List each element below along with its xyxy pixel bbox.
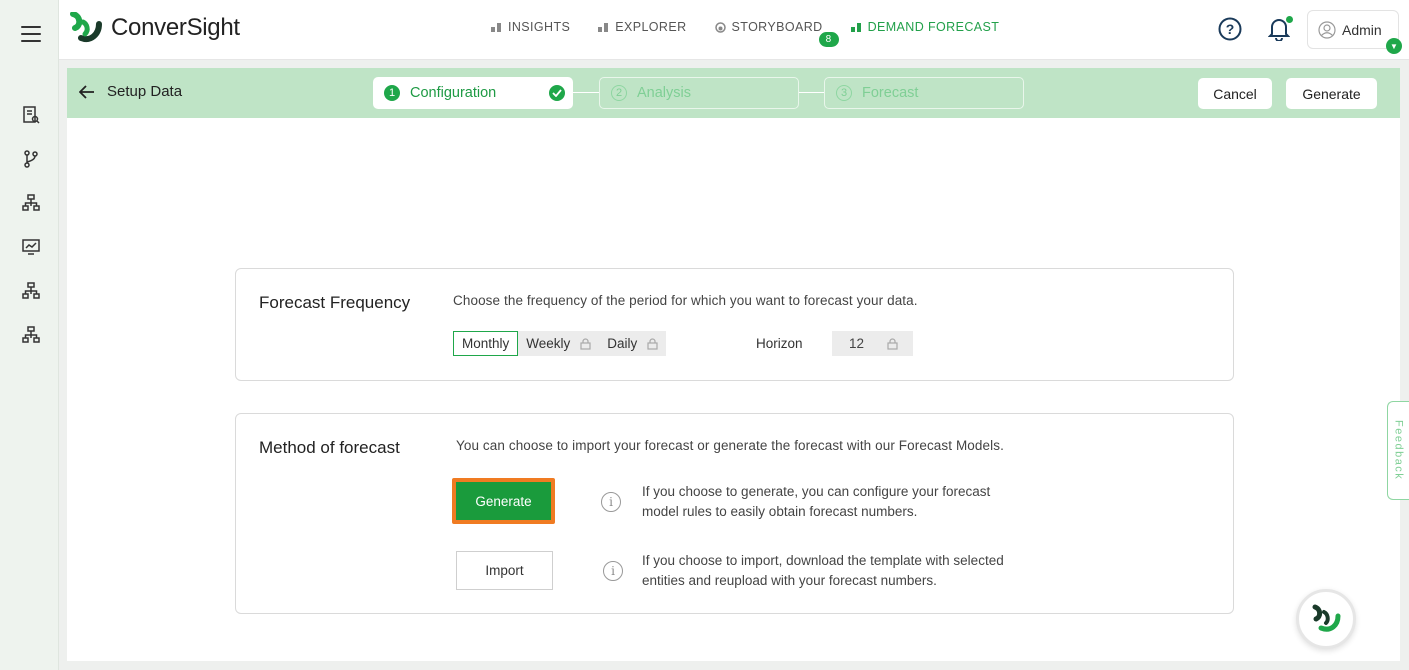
generate-button[interactable]: Generate	[1286, 78, 1377, 109]
nav-explorer[interactable]: EXPLORER	[598, 20, 686, 34]
page-title: Setup Data	[107, 83, 183, 100]
app-logo[interactable]: ConverSight	[69, 12, 240, 44]
step-label: Analysis	[637, 85, 691, 101]
info-line: entities and reupload with your forecast…	[642, 572, 937, 588]
frequency-selector: Monthly Weekly Daily	[453, 331, 667, 356]
step-connector	[573, 92, 599, 93]
main-content: Forecast Frequency Choose the frequency …	[67, 118, 1400, 661]
frequency-option-weekly[interactable]: Weekly	[518, 331, 600, 356]
check-icon	[549, 85, 565, 101]
conversight-logo-icon	[1312, 604, 1341, 632]
report-search-icon[interactable]	[20, 104, 42, 126]
horizon-value: 12	[849, 336, 865, 351]
notification-dot	[1286, 16, 1293, 23]
left-sidebar	[0, 0, 59, 670]
nav-label: INSIGHTS	[508, 20, 571, 34]
help-icon[interactable]: ?	[1218, 17, 1242, 46]
step-configuration[interactable]: 1 Configuration	[373, 77, 573, 109]
generate-info: If you choose to generate, you can confi…	[642, 482, 1082, 521]
step-number: 3	[836, 85, 852, 101]
user-menu[interactable]: Admin	[1307, 10, 1399, 49]
forecast-method-card: Method of forecast You can choose to imp…	[235, 413, 1234, 614]
bar-chart-icon	[491, 23, 501, 32]
info-line: If you choose to import, download the te…	[642, 553, 1004, 568]
feedback-tab[interactable]: Feedback	[1387, 401, 1409, 500]
hierarchy-icon[interactable]	[20, 192, 42, 214]
presentation-chart-icon[interactable]	[20, 236, 42, 258]
step-connector	[799, 92, 825, 93]
option-label: Weekly	[526, 336, 571, 351]
section-description: You can choose to import your forecast o…	[456, 438, 1004, 453]
user-name: Admin	[1342, 21, 1382, 38]
nav-label: DEMAND FORECAST	[867, 20, 1000, 34]
section-description: Choose the frequency of the period for w…	[453, 293, 918, 308]
info-icon: i	[601, 492, 621, 512]
nav-insights[interactable]: INSIGHTS	[491, 20, 570, 34]
back-button[interactable]: Setup Data	[79, 83, 182, 100]
option-label: Daily	[607, 336, 638, 351]
step-analysis[interactable]: 2 Analysis	[599, 77, 799, 109]
storyboard-icon	[714, 21, 726, 33]
section-title: Method of forecast	[259, 438, 400, 457]
feedback-label: Feedback	[1392, 420, 1405, 481]
forecast-frequency-card: Forecast Frequency Choose the frequency …	[235, 268, 1234, 381]
step-number: 2	[611, 85, 627, 101]
step-label: Configuration	[410, 85, 497, 101]
hierarchy-icon[interactable]	[20, 280, 42, 302]
app-name: ConverSight	[111, 14, 240, 41]
frequency-option-daily[interactable]: Daily	[599, 331, 667, 356]
arrow-left-icon	[79, 84, 94, 99]
nav-label: STORYBOARD	[731, 20, 823, 34]
hamburger-menu-icon[interactable]	[21, 26, 41, 47]
frequency-option-monthly[interactable]: Monthly	[453, 331, 519, 356]
lock-icon	[647, 337, 658, 350]
info-line: model rules to easily obtain forecast nu…	[642, 503, 918, 519]
notification-badge: 8	[818, 32, 839, 47]
caret-down-icon[interactable]: ▼	[1386, 38, 1402, 54]
nav-storyboard[interactable]: STORYBOARD 8	[714, 20, 839, 47]
bar-chart-icon	[850, 23, 861, 32]
step-label: Forecast	[862, 85, 919, 101]
setup-stepbar: Setup Data 1 Configuration 2 Analysis 3 …	[67, 68, 1400, 118]
nav-label: EXPLORER	[615, 20, 687, 34]
info-icon: i	[603, 561, 623, 581]
nav-demand-forecast[interactable]: DEMAND FORECAST	[850, 20, 1000, 34]
hierarchy-icon[interactable]	[20, 324, 42, 346]
generate-forecast-button[interactable]: Generate	[452, 478, 555, 524]
top-header: ConverSight INSIGHTS EXPLORER STORYBOARD…	[59, 0, 1409, 60]
lock-icon	[887, 337, 898, 350]
step-number: 1	[384, 85, 400, 101]
lock-icon	[580, 337, 591, 350]
branch-icon[interactable]	[20, 148, 42, 170]
cancel-button[interactable]: Cancel	[1198, 78, 1272, 109]
user-avatar-icon	[1318, 20, 1336, 39]
conversight-logo-icon	[70, 12, 102, 42]
section-title: Forecast Frequency	[259, 293, 411, 312]
option-label: Monthly	[462, 336, 510, 351]
import-info: If you choose to import, download the te…	[642, 551, 1082, 590]
chat-assistant-button[interactable]	[1296, 589, 1356, 649]
horizon-label: Horizon	[756, 336, 803, 351]
bar-chart-icon	[598, 23, 609, 32]
step-forecast[interactable]: 3 Forecast	[824, 77, 1024, 109]
svg-text:?: ?	[1226, 21, 1235, 37]
main-nav: INSIGHTS EXPLORER STORYBOARD 8 DEMAND FO…	[491, 20, 1000, 47]
horizon-input[interactable]: 12	[832, 331, 913, 356]
info-line: If you choose to generate, you can confi…	[642, 484, 991, 499]
import-forecast-button[interactable]: Import	[456, 551, 553, 590]
